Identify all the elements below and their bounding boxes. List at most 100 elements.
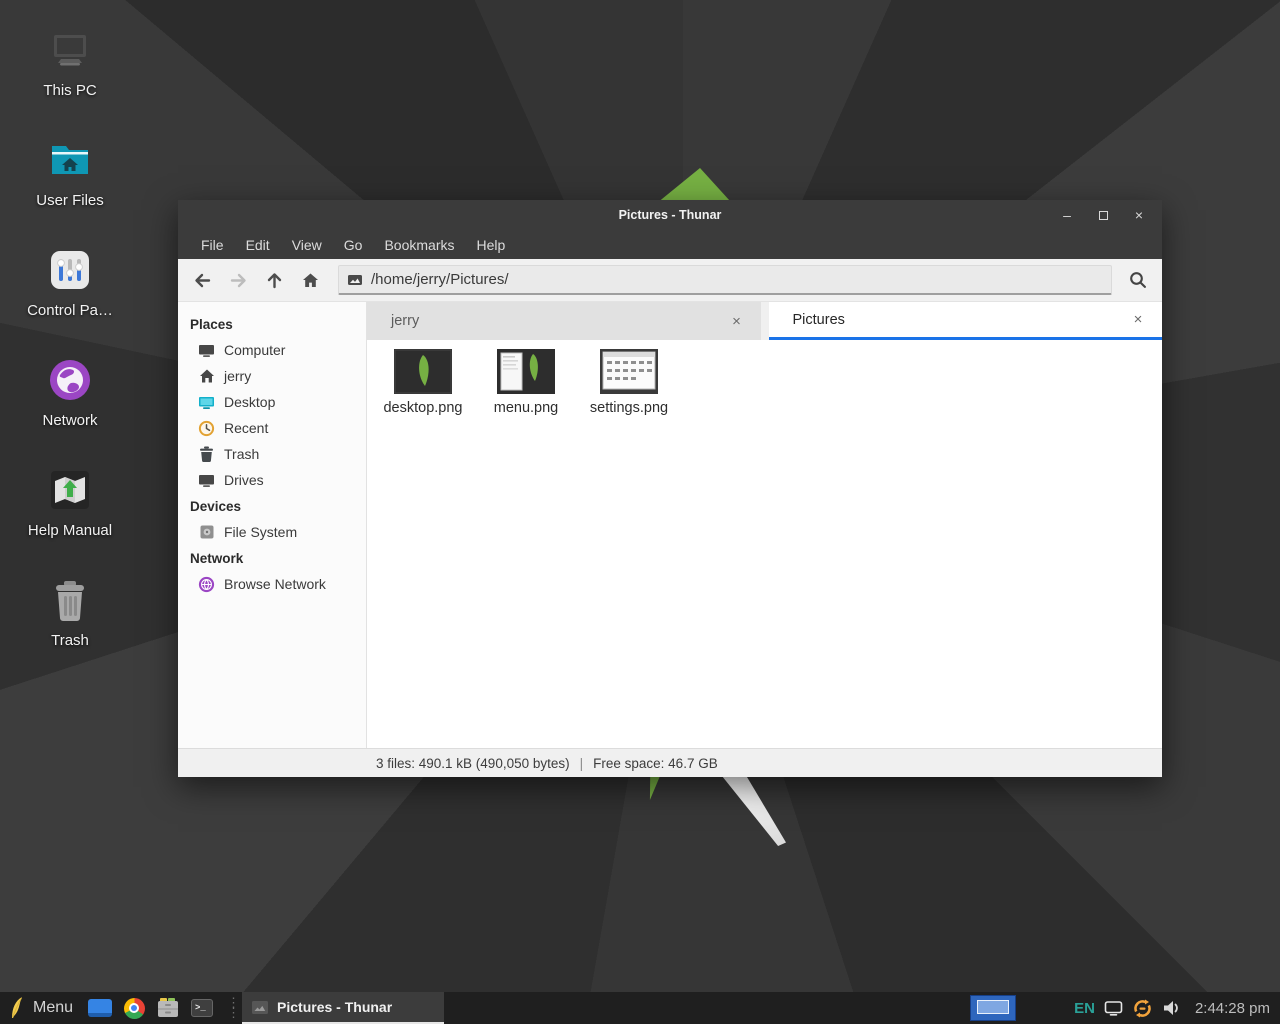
menu-file[interactable]: File <box>190 230 235 259</box>
taskbar-handle[interactable]: ⋮⋮ <box>219 998 242 1018</box>
sidebar-item-recent[interactable]: Recent <box>190 415 366 441</box>
tab-bar: jerry × Pictures × <box>367 302 1162 340</box>
show-desktop-button[interactable] <box>83 992 117 1024</box>
filesystem-drive-icon <box>198 524 215 541</box>
sidebar-item-file-system[interactable]: File System <box>190 519 366 545</box>
search-icon <box>1128 270 1148 290</box>
sidebar-item-computer[interactable]: Computer <box>190 337 366 363</box>
menu-button-label: Menu <box>33 999 73 1017</box>
desktop-icon-control-panel[interactable]: Control Pa… <box>10 240 130 350</box>
desktop-icon-help-manual[interactable]: Help Manual <box>10 460 130 570</box>
sidebar-item-label: Trash <box>224 446 259 462</box>
desktop-icon-label: Trash <box>51 632 89 649</box>
file-name: desktop.png <box>383 400 462 416</box>
file-settings-png[interactable]: settings.png <box>579 349 679 416</box>
user-files-folder-icon <box>47 137 93 183</box>
app-menu-button[interactable]: Menu <box>0 992 83 1024</box>
file-thumbnail-menu <box>497 349 555 394</box>
file-manager-launcher[interactable] <box>151 992 185 1024</box>
thunar-window: Pictures - Thunar – × File Edit View Go … <box>178 200 1162 777</box>
search-button[interactable] <box>1120 263 1156 297</box>
file-desktop-png[interactable]: desktop.png <box>373 349 473 416</box>
status-files-summary: 3 files: 490.1 kB (490,050 bytes) <box>376 756 570 771</box>
toolbar: /home/jerry/Pictures/ <box>178 259 1162 302</box>
path-bar[interactable]: /home/jerry/Pictures/ <box>338 265 1112 295</box>
maximize-icon <box>1099 211 1108 220</box>
menu-help[interactable]: Help <box>466 230 517 259</box>
forward-icon <box>229 271 248 290</box>
desktop: This PC User Files Control Pa… Network H… <box>0 0 1280 1024</box>
file-list[interactable]: desktop.png menu.png settings.png <box>367 340 1162 748</box>
terminal-launcher[interactable]: >_ <box>185 992 219 1024</box>
workspace-switcher[interactable] <box>970 995 1016 1021</box>
desktop-icon-label: This PC <box>43 82 96 99</box>
main-column: jerry × Pictures × desktop.png <box>367 302 1162 748</box>
desktop-icon-label: Network <box>42 412 97 429</box>
image-icon <box>347 272 363 288</box>
clock[interactable]: 2:44:28 pm <box>1191 1000 1270 1017</box>
desktop-icon-label: User Files <box>36 192 104 209</box>
sidebar-item-browse-network[interactable]: Browse Network <box>190 571 366 597</box>
drives-icon <box>198 472 215 489</box>
update-manager-icon[interactable] <box>1132 998 1153 1019</box>
desktop-icon-user-files[interactable]: User Files <box>10 130 130 240</box>
taskbar-window-label: Pictures - Thunar <box>277 999 392 1015</box>
desktop-icon-trash[interactable]: Trash <box>10 570 130 680</box>
back-button[interactable] <box>184 263 220 297</box>
back-icon <box>193 271 212 290</box>
control-panel-icon <box>47 247 93 293</box>
taskbar-window-button[interactable]: Pictures - Thunar <box>242 992 444 1024</box>
network-globe-icon <box>47 357 93 403</box>
sidebar-item-label: Browse Network <box>224 576 326 592</box>
sidebar-item-label: jerry <box>224 368 251 384</box>
trash-icon <box>198 446 215 463</box>
keyboard-layout-indicator[interactable]: EN <box>1074 1000 1095 1017</box>
up-button[interactable] <box>256 263 292 297</box>
menu-view[interactable]: View <box>281 230 333 259</box>
status-bar: 3 files: 490.1 kB (490,050 bytes) | Free… <box>178 748 1162 777</box>
desktop-icon-label: Control Pa… <box>27 302 113 319</box>
menu-go[interactable]: Go <box>333 230 374 259</box>
window-titlebar[interactable]: Pictures - Thunar – × <box>178 200 1162 230</box>
home-icon <box>301 271 320 290</box>
maximize-button[interactable] <box>1092 204 1114 226</box>
linux-lite-feather-icon <box>8 996 24 1020</box>
chrome-launcher[interactable] <box>117 992 151 1024</box>
forward-button[interactable] <box>220 263 256 297</box>
close-icon[interactable]: × <box>727 313 747 330</box>
close-button[interactable]: × <box>1128 204 1150 226</box>
computer-icon <box>47 27 93 73</box>
sidebar-item-desktop[interactable]: Desktop <box>190 389 366 415</box>
path-text: /home/jerry/Pictures/ <box>371 271 509 288</box>
trash-icon <box>47 577 93 623</box>
home-icon <box>198 368 215 385</box>
home-button[interactable] <box>292 263 328 297</box>
sidebar-item-trash[interactable]: Trash <box>190 441 366 467</box>
file-manager-icon <box>156 997 180 1019</box>
sidebar-item-drives[interactable]: Drives <box>190 467 366 493</box>
tab-pictures[interactable]: Pictures × <box>769 302 1163 340</box>
computer-icon <box>198 342 215 359</box>
menu-edit[interactable]: Edit <box>235 230 281 259</box>
taskbar-right: EN 2:44:28 pm <box>970 992 1280 1024</box>
file-name: menu.png <box>494 400 559 416</box>
minimize-button[interactable]: – <box>1056 204 1078 226</box>
network-globe-icon <box>198 576 215 593</box>
system-tray: EN 2:44:28 pm <box>1074 998 1280 1019</box>
tab-jerry[interactable]: jerry × <box>367 302 761 340</box>
sidebar-item-label: Recent <box>224 420 268 436</box>
sidebar-item-label: File System <box>224 524 297 540</box>
desktop-icon-this-pc[interactable]: This PC <box>10 20 130 130</box>
show-desktop-icon <box>88 999 112 1017</box>
file-menu-png[interactable]: menu.png <box>476 349 576 416</box>
desktop-icon-network[interactable]: Network <box>10 350 130 460</box>
close-icon[interactable]: × <box>1128 311 1148 328</box>
window-controls: – × <box>1056 204 1162 226</box>
sidebar-header-places: Places <box>190 317 366 332</box>
desktop-icon-column: This PC User Files Control Pa… Network H… <box>10 20 130 680</box>
menu-bookmarks[interactable]: Bookmarks <box>373 230 465 259</box>
sidebar-item-jerry[interactable]: jerry <box>190 363 366 389</box>
volume-icon[interactable] <box>1162 999 1182 1017</box>
display-icon[interactable] <box>1104 1000 1123 1016</box>
file-thumbnail-settings <box>600 349 658 394</box>
